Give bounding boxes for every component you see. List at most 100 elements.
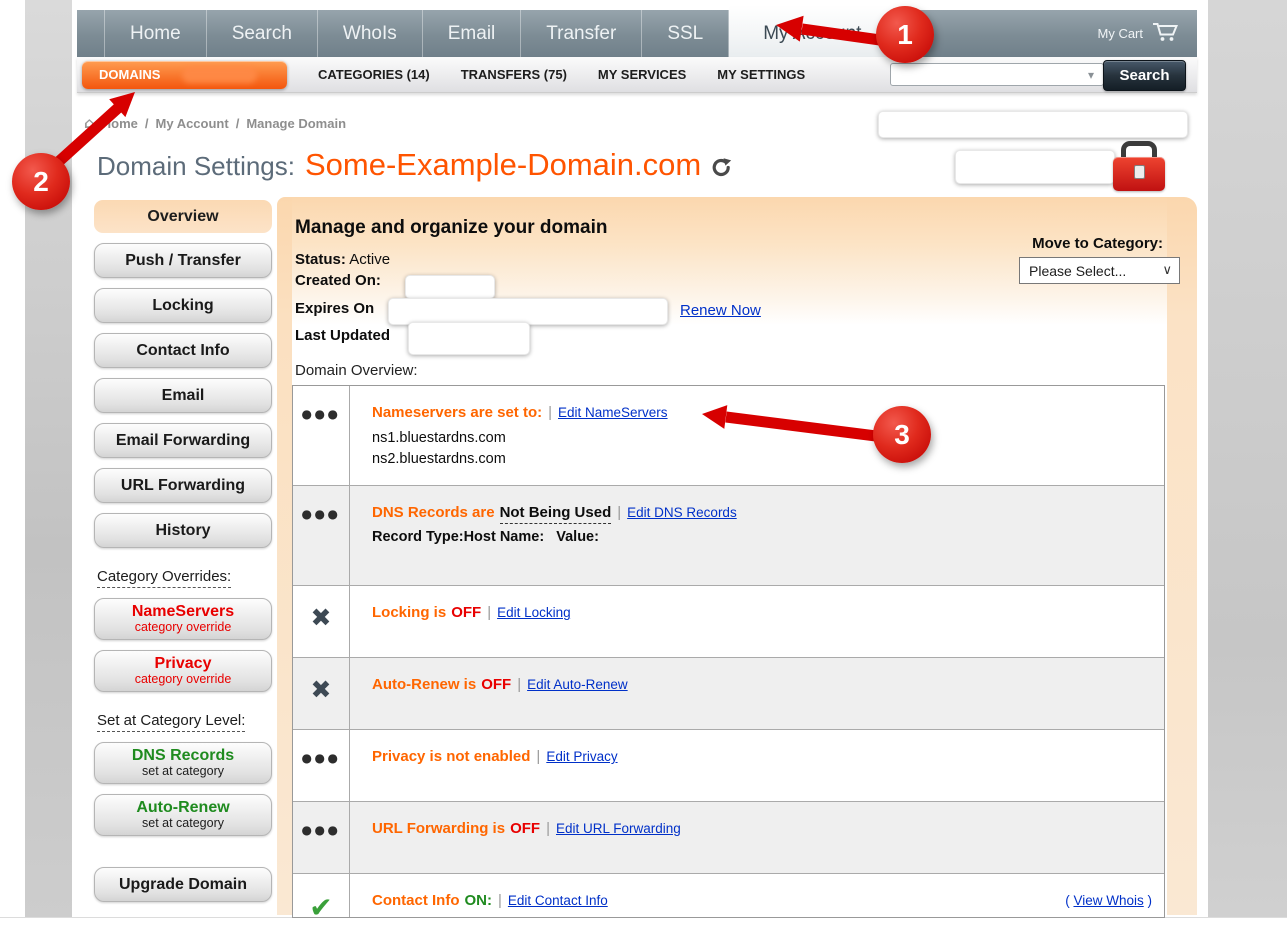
sidebar-item-url-forwarding[interactable]: URL Forwarding	[94, 468, 272, 503]
pipe-separator: |	[536, 748, 540, 765]
view-whois-link[interactable]: View Whois	[1073, 893, 1143, 908]
status-off: OFF	[451, 604, 481, 621]
expires-on-label: Expires On	[295, 300, 374, 317]
category-select-value: Please Select...	[1029, 263, 1126, 279]
nav-tab-my-account[interactable]: My Account	[729, 5, 895, 57]
status-value: Active	[349, 251, 390, 268]
nameservers-override-label: NameServers	[95, 603, 271, 621]
nav-tab-search[interactable]: Search	[207, 10, 318, 57]
redaction-box	[408, 322, 530, 355]
privacy-override-sub: category override	[95, 673, 271, 686]
edit-nameservers-link[interactable]: Edit NameServers	[558, 405, 668, 420]
breadcrumb-my-account[interactable]: My Account	[156, 116, 229, 131]
desktop-background-right	[1208, 0, 1287, 917]
chevron-down-icon: ∨	[1162, 263, 1172, 278]
sidebar-item-privacy-override[interactable]: Privacy category override	[94, 650, 272, 692]
nameserver-value: ns2.bluestardns.com	[372, 449, 1150, 469]
domain-name: Some-Example-Domain.com	[305, 147, 701, 183]
category-select-dropdown[interactable]: Please Select... ∨	[1019, 257, 1180, 284]
nav-tab-transfer[interactable]: Transfer	[521, 10, 642, 57]
edit-contact-info-link[interactable]: Edit Contact Info	[508, 893, 608, 908]
title-prefix: Domain Settings:	[97, 151, 295, 182]
redaction-box	[388, 298, 668, 325]
row-title: DNS Records are	[372, 504, 495, 521]
content-panel-left-strip	[277, 197, 292, 915]
pipe-separator: |	[546, 820, 550, 837]
breadcrumb-home[interactable]: Home	[102, 116, 138, 131]
callout-circle-3: 3	[873, 406, 931, 463]
subnav-my-services[interactable]: MY SERVICES	[598, 67, 686, 82]
row-title: Privacy is not enabled	[372, 748, 530, 765]
dns-record-headers: Record Type:Host Name: Value:	[372, 529, 1150, 545]
home-icon: ⌂	[84, 114, 95, 132]
nav-tab-email[interactable]: Email	[423, 10, 522, 57]
upgrade-domain-button[interactable]: Upgrade Domain	[94, 867, 272, 902]
domains-label: DOMAINS	[99, 67, 160, 82]
row-title: Auto-Renew is	[372, 676, 476, 693]
table-row-contact-info: ✔ Contact Info ON: | Edit Contact Info (…	[293, 874, 1164, 917]
my-cart-button[interactable]: My Cart	[1098, 10, 1198, 57]
dns-records-category-label: DNS Records	[95, 747, 271, 765]
status-off: OFF	[510, 820, 540, 837]
created-on-label: Created On:	[295, 272, 381, 289]
last-updated-line: Last Updated	[295, 327, 390, 344]
pipe-separator: |	[517, 676, 521, 693]
table-row-auto-renew: ✖ Auto-Renew is OFF | Edit Auto-Renew	[293, 658, 1164, 730]
redaction-box	[878, 111, 1188, 138]
edit-url-forwarding-link[interactable]: Edit URL Forwarding	[556, 821, 681, 836]
status-label: Status:	[295, 251, 346, 268]
breadcrumb-separator: /	[145, 116, 149, 131]
table-row-locking: ✖ Locking is OFF | Edit Locking	[293, 586, 1164, 658]
sidebar-item-overview[interactable]: Overview	[94, 200, 272, 233]
subnav-my-settings[interactable]: MY SETTINGS	[717, 67, 805, 82]
auto-renew-category-sub: set at category	[95, 817, 271, 830]
check-icon: ✔	[309, 895, 332, 921]
domain-search-combobox[interactable]: ▾	[890, 63, 1104, 86]
page-title: Domain Settings: Some-Example-Domain.com	[97, 147, 732, 183]
nameserver-value: ns1.bluestardns.com	[372, 428, 1150, 448]
renew-now-link[interactable]: Renew Now	[680, 302, 761, 319]
x-icon: ✖	[311, 679, 332, 701]
breadcrumb: ⌂ Home / My Account / Manage Domain	[84, 114, 346, 132]
x-icon: ✖	[311, 607, 332, 629]
sidebar-item-locking[interactable]: Locking	[94, 288, 272, 323]
refresh-icon[interactable]	[711, 157, 732, 183]
edit-locking-link[interactable]: Edit Locking	[497, 605, 571, 620]
created-on-line: Created On:	[295, 272, 381, 289]
subnav-domains-button[interactable]: DOMAINS	[82, 61, 287, 89]
set-at-category-heading: Set at Category Level:	[97, 712, 272, 732]
sidebar-item-auto-renew-category[interactable]: Auto-Renew set at category	[94, 794, 272, 836]
subnav-categories[interactable]: CATEGORIES (14)	[318, 67, 430, 82]
nameservers-override-sub: category override	[95, 621, 271, 634]
edit-dns-records-link[interactable]: Edit DNS Records	[627, 505, 737, 520]
chevron-down-icon[interactable]: ▾	[1088, 68, 1094, 82]
redaction-box	[955, 150, 1115, 184]
sidebar-item-contact-info[interactable]: Contact Info	[94, 333, 272, 368]
search-button[interactable]: Search	[1103, 60, 1186, 91]
domain-overview-label: Domain Overview:	[295, 362, 418, 379]
toolbox-icon[interactable]	[1113, 141, 1165, 189]
table-row-nameservers: ●●● Nameservers are set to: | Edit NameS…	[293, 386, 1164, 486]
subnav-transfers[interactable]: TRANSFERS (75)	[461, 67, 567, 82]
row-title: Contact Info	[372, 892, 460, 909]
sidebar-item-push-transfer[interactable]: Push / Transfer	[94, 243, 272, 278]
nav-tab-ssl[interactable]: SSL	[642, 10, 729, 57]
sidebar-item-email[interactable]: Email	[94, 378, 272, 413]
domain-overview-table: ●●● Nameservers are set to: | Edit NameS…	[292, 385, 1165, 918]
table-row-privacy: ●●● Privacy is not enabled | Edit Privac…	[293, 730, 1164, 802]
sidebar-item-history[interactable]: History	[94, 513, 272, 548]
toolbox-clasp	[1134, 165, 1145, 179]
sidebar-item-email-forwarding[interactable]: Email Forwarding	[94, 423, 272, 458]
callout-circle-2: 2	[12, 153, 70, 210]
status-on: ON:	[465, 892, 493, 909]
dots-icon: ●●●	[302, 751, 341, 765]
manage-domain-heading: Manage and organize your domain	[295, 217, 608, 239]
nav-tab-whois[interactable]: WhoIs	[318, 10, 423, 57]
edit-privacy-link[interactable]: Edit Privacy	[546, 749, 617, 764]
edit-auto-renew-link[interactable]: Edit Auto-Renew	[527, 677, 628, 692]
account-sub-navigation: DOMAINS CATEGORIES (14) TRANSFERS (75) M…	[77, 57, 1197, 93]
sidebar-item-nameservers-override[interactable]: NameServers category override	[94, 598, 272, 640]
sidebar-item-dns-records-category[interactable]: DNS Records set at category	[94, 742, 272, 784]
nav-tab-home[interactable]: Home	[104, 10, 207, 57]
page: Home Search WhoIs Email Transfer SSL My …	[0, 0, 1287, 931]
